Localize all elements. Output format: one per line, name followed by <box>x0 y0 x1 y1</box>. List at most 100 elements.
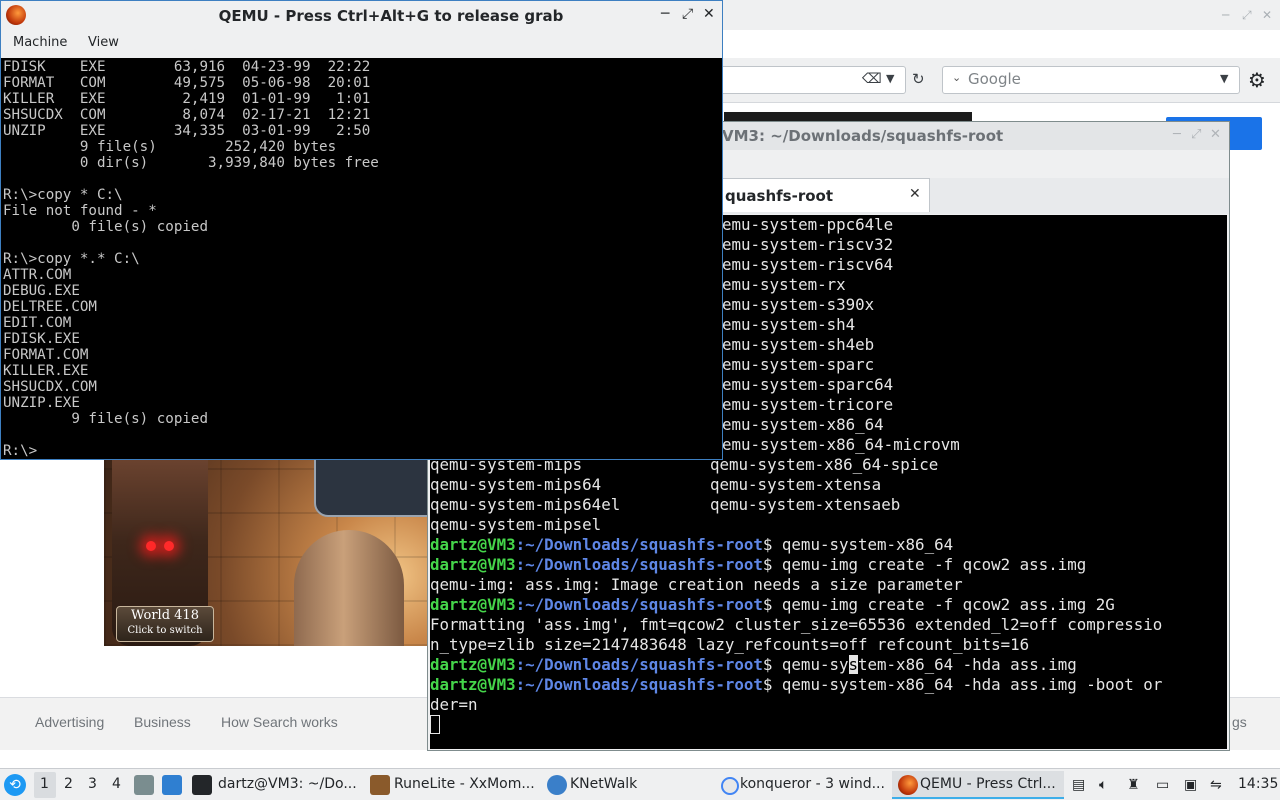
dos-console: FDISK EXE 63,916 04-23-99 22:22 FORMAT CO… <box>3 59 379 459</box>
world-title: World 418 <box>131 608 199 623</box>
prompt-path: :~/Downloads/squashfs-root <box>515 595 763 614</box>
reload-icon[interactable]: ↻ <box>912 70 925 88</box>
dos-line: DEBUG.EXE <box>3 283 80 299</box>
task-qemu[interactable]: QEMU - Press Ctrl... <box>920 776 1056 792</box>
command: tem-x86_64 -hda ass.img <box>858 655 1077 674</box>
prompt-path: :~/Downloads/squashfs-root <box>515 535 763 554</box>
terminal-col: qemu-system-x86_64-spice <box>710 455 939 474</box>
dos-line: 9 file(s) copied <box>3 411 208 427</box>
search-engine-icon[interactable]: ⌄ <box>952 71 961 84</box>
command: $ qemu-sy <box>762 655 849 674</box>
world-switch-button[interactable]: World 418 Click to switch <box>116 606 214 642</box>
prompt-user: dartz@VM3 <box>430 675 516 694</box>
command: $ qemu-img create -f qcow2 ass.img 2G <box>762 595 1115 614</box>
display-icon[interactable]: ▣ <box>1184 777 1197 793</box>
dos-line: FDISK.EXE <box>3 331 80 347</box>
tab-label: quashfs-root <box>725 187 834 205</box>
start-menu-icon[interactable]: ⟲ <box>4 774 26 796</box>
close-icon[interactable]: ✕ <box>909 186 921 202</box>
knetwalk-icon <box>547 775 567 795</box>
search-placeholder: Google <box>968 70 1021 88</box>
qemu-menubar: Machine View <box>1 30 722 58</box>
workspace-4[interactable]: 4 <box>112 776 121 792</box>
world-subtitle: Click to switch <box>127 625 203 636</box>
menu-machine[interactable]: Machine <box>13 35 67 50</box>
dos-line: SHSUCDX COM 8,074 02-17-21 12:21 <box>3 107 371 123</box>
dos-line: R:\>copy * C:\ <box>3 187 123 203</box>
footer-link-advertising[interactable]: Advertising <box>35 714 104 730</box>
task-runelite[interactable]: RuneLite - XxMom... <box>394 776 535 792</box>
footer-link-how-search-works[interactable]: How Search works <box>221 714 338 730</box>
dos-line: R:\>copy *.* C:\ <box>3 251 140 267</box>
dos-line: File not found - * <box>3 203 157 219</box>
dos-line <box>3 427 379 443</box>
dos-line: KILLER.EXE <box>3 363 89 379</box>
window-title: VM3: ~/Downloads/squashfs-root <box>722 127 1004 145</box>
command: $ qemu-system-x86_64 <box>762 535 954 554</box>
workspace-2[interactable]: 2 <box>64 776 73 792</box>
dos-line: 0 dir(s) 3,939,840 bytes free <box>3 155 379 171</box>
game-screenshot: World 418 Click to switch <box>104 455 430 646</box>
minimize-icon[interactable]: ─ <box>1173 127 1181 142</box>
close-icon[interactable]: ✕ <box>1262 8 1272 22</box>
minimize-icon[interactable]: ─ <box>1222 8 1229 22</box>
menu-view[interactable]: View <box>88 35 119 50</box>
footer-link-business[interactable]: Business <box>134 714 191 730</box>
dos-line: UNZIP EXE 34,335 03-01-99 2:50 <box>3 123 371 139</box>
terminal-cursor <box>430 715 440 734</box>
clear-url-icon[interactable]: ⌫ <box>862 71 882 87</box>
terminal-col: qemu-system-mips64 <box>430 475 602 494</box>
notes-icon[interactable]: ▭ <box>1156 777 1169 793</box>
maximize-icon[interactable]: ⤢ <box>682 6 693 22</box>
close-icon[interactable]: ✕ <box>1210 127 1221 142</box>
clipboard-icon[interactable]: ▤ <box>1072 777 1085 793</box>
terminal-line: qemu-system-mips64 qemu-system-xtensa <box>430 475 1162 495</box>
terminal-line: dartz@VM3:~/Downloads/squashfs-root$ qem… <box>430 655 1162 675</box>
dos-line <box>3 171 379 187</box>
prompt-path: :~/Downloads/squashfs-root <box>515 675 763 694</box>
konqueror-icon <box>721 777 739 795</box>
terminal-line: dartz@VM3:~/Downloads/squashfs-root$ qem… <box>430 535 1162 555</box>
dos-line: FDISK EXE 63,916 04-23-99 22:22 <box>3 59 371 75</box>
task-konqueror[interactable]: konqueror - 3 wind... <box>740 776 885 792</box>
chevron-down-icon[interactable]: ▼ <box>886 72 894 85</box>
file-manager-icon[interactable] <box>134 775 154 795</box>
task-konsole[interactable]: dartz@VM3: ~/Do... <box>218 776 357 792</box>
vm-display[interactable]: FDISK EXE 63,916 04-23-99 22:22 FORMAT CO… <box>1 58 722 459</box>
dos-line <box>3 235 379 251</box>
network-icon[interactable]: ⇋ <box>1210 777 1222 793</box>
terminal-line: dartz@VM3:~/Downloads/squashfs-root$ qem… <box>430 595 1162 615</box>
maximize-icon[interactable]: ⤢ <box>1242 8 1252 23</box>
minimize-icon[interactable]: ─ <box>661 6 669 22</box>
clock: 14:35 <box>1238 776 1279 792</box>
footer-link-settings[interactable]: gs <box>1232 714 1247 730</box>
runelite-icon <box>370 775 390 795</box>
terminal-line: n_type=zlib size=2147483648 lazy_refcoun… <box>430 635 1030 654</box>
prompt-path: :~/Downloads/squashfs-root <box>515 655 763 674</box>
gear-icon[interactable]: ⚙ <box>1248 68 1266 92</box>
terminal-line: qemu-system-mipsel <box>430 515 1162 535</box>
taskbar: ⟲ 1 2 3 4 dartz@VM3: ~/Do... RuneLite - … <box>0 768 1280 800</box>
runelite-tray-icon[interactable]: ♜ <box>1127 777 1140 793</box>
maximize-icon[interactable]: ⤢ <box>1191 127 1201 142</box>
terminal-line: dartz@VM3:~/Downloads/squashfs-root$ qem… <box>430 675 1162 695</box>
workspace-3[interactable]: 3 <box>88 776 97 792</box>
desktop-icon[interactable] <box>162 775 182 795</box>
terminal-col: qemu-system-mips64el <box>430 495 621 514</box>
terminal-line: qemu-system-mips64el qemu-system-xtensaeb <box>430 495 1162 515</box>
prompt-path: :~/Downloads/squashfs-root <box>515 555 763 574</box>
task-knetwalk[interactable]: KNetWalk <box>570 776 637 792</box>
dos-line: EDIT.COM <box>3 315 72 331</box>
game-statue-eye <box>146 541 156 551</box>
dos-line: DELTREE.COM <box>3 299 97 315</box>
volume-icon[interactable]: 🔈︎ <box>1099 777 1107 793</box>
terminal-line: der=n <box>430 695 478 714</box>
workspace-1[interactable]: 1 <box>40 776 49 792</box>
terminal-col: qemu-system-xtensa <box>710 475 882 494</box>
dos-line: KILLER EXE 2,419 01-01-99 1:01 <box>3 91 371 107</box>
qemu-titlebar: QEMU - Press Ctrl+Alt+G to release grab … <box>1 1 722 30</box>
prompt-user: dartz@VM3 <box>430 655 516 674</box>
chevron-down-icon[interactable]: ▼ <box>1220 72 1228 85</box>
close-icon[interactable]: ✕ <box>703 6 715 22</box>
game-machine <box>314 455 430 517</box>
